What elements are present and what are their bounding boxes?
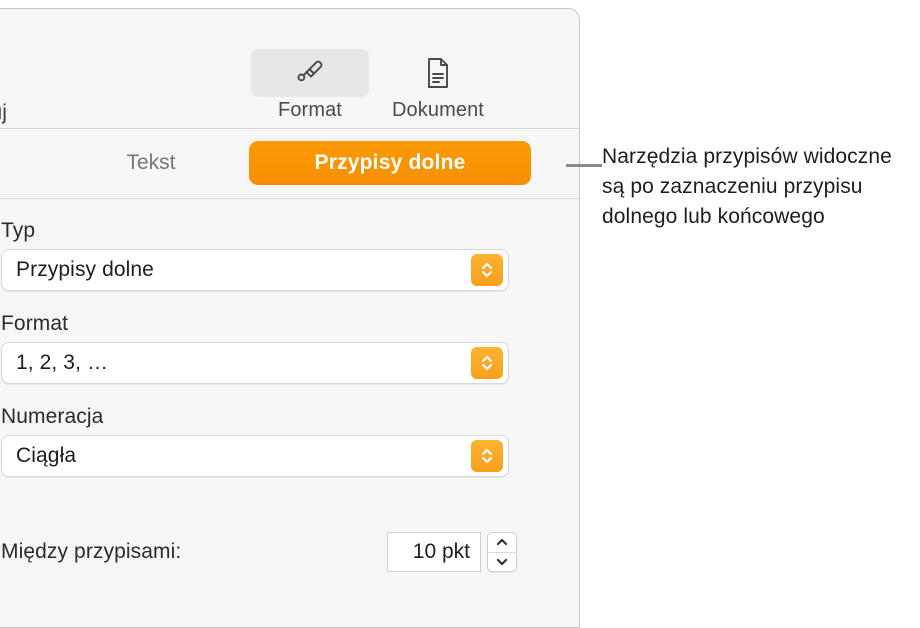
inspector-toolbar: racuj Format (0, 9, 579, 129)
toolbar-truncated-label: racuj (0, 101, 8, 124)
tab-tekst-label: Tekst (126, 151, 176, 174)
stepper-decrement-icon[interactable] (488, 553, 516, 572)
field-group-numeracja: Numeracja Ciągła (1, 405, 509, 477)
spacing-value-input[interactable]: 10 pkt (387, 532, 481, 572)
paintbrush-icon (251, 49, 369, 97)
tab-przypisy-dolne[interactable]: Przypisy dolne (249, 141, 531, 185)
label-numeracja: Numeracja (1, 405, 104, 428)
spacing-controls: 10 pkt (387, 532, 517, 572)
toolbar-button-format-label: Format (278, 99, 342, 121)
callout-leader-line (566, 164, 602, 167)
spacing-stepper[interactable] (487, 532, 517, 572)
chevron-up-down-icon[interactable] (471, 347, 503, 379)
toolbar-button-dokument[interactable]: Dokument (379, 49, 497, 122)
label-format: Format (1, 312, 69, 335)
format-inspector-panel: racuj Format (0, 8, 580, 628)
document-page-icon (379, 49, 497, 97)
popup-numeracja[interactable]: Ciągła (1, 435, 509, 477)
footnote-spacing-row: Między przypisami: 10 pkt (1, 529, 547, 575)
stepper-increment-icon[interactable] (488, 533, 516, 553)
footnote-controls: Typ Przypisy dolne Format 1, 2, 3, … Num… (0, 199, 579, 627)
label-typ: Typ (1, 219, 36, 242)
tab-przypisy-dolne-label: Przypisy dolne (314, 151, 466, 174)
popup-typ[interactable]: Przypisy dolne (1, 249, 509, 291)
chevron-up-down-icon[interactable] (471, 440, 503, 472)
spacing-value: 10 pkt (412, 540, 470, 563)
tab-tekst[interactable]: Tekst (61, 141, 241, 185)
field-group-typ: Typ Przypisy dolne (1, 219, 509, 291)
field-group-format: Format 1, 2, 3, … (1, 312, 509, 384)
toolbar-button-format[interactable]: Format (251, 49, 369, 122)
inspector-tab-bar: Tekst Przypisy dolne (0, 129, 579, 199)
callout-text: Narzędzia przypisów widoczne są po zazna… (602, 145, 892, 228)
chevron-up-down-icon[interactable] (471, 254, 503, 286)
popup-numeracja-value: Ciągła (16, 444, 77, 467)
popup-format[interactable]: 1, 2, 3, … (1, 342, 509, 384)
popup-format-value: 1, 2, 3, … (16, 351, 109, 374)
toolbar-button-dokument-label: Dokument (392, 99, 484, 121)
label-miedzy-przypisami: Między przypisami: (1, 540, 182, 563)
popup-typ-value: Przypisy dolne (16, 258, 154, 281)
